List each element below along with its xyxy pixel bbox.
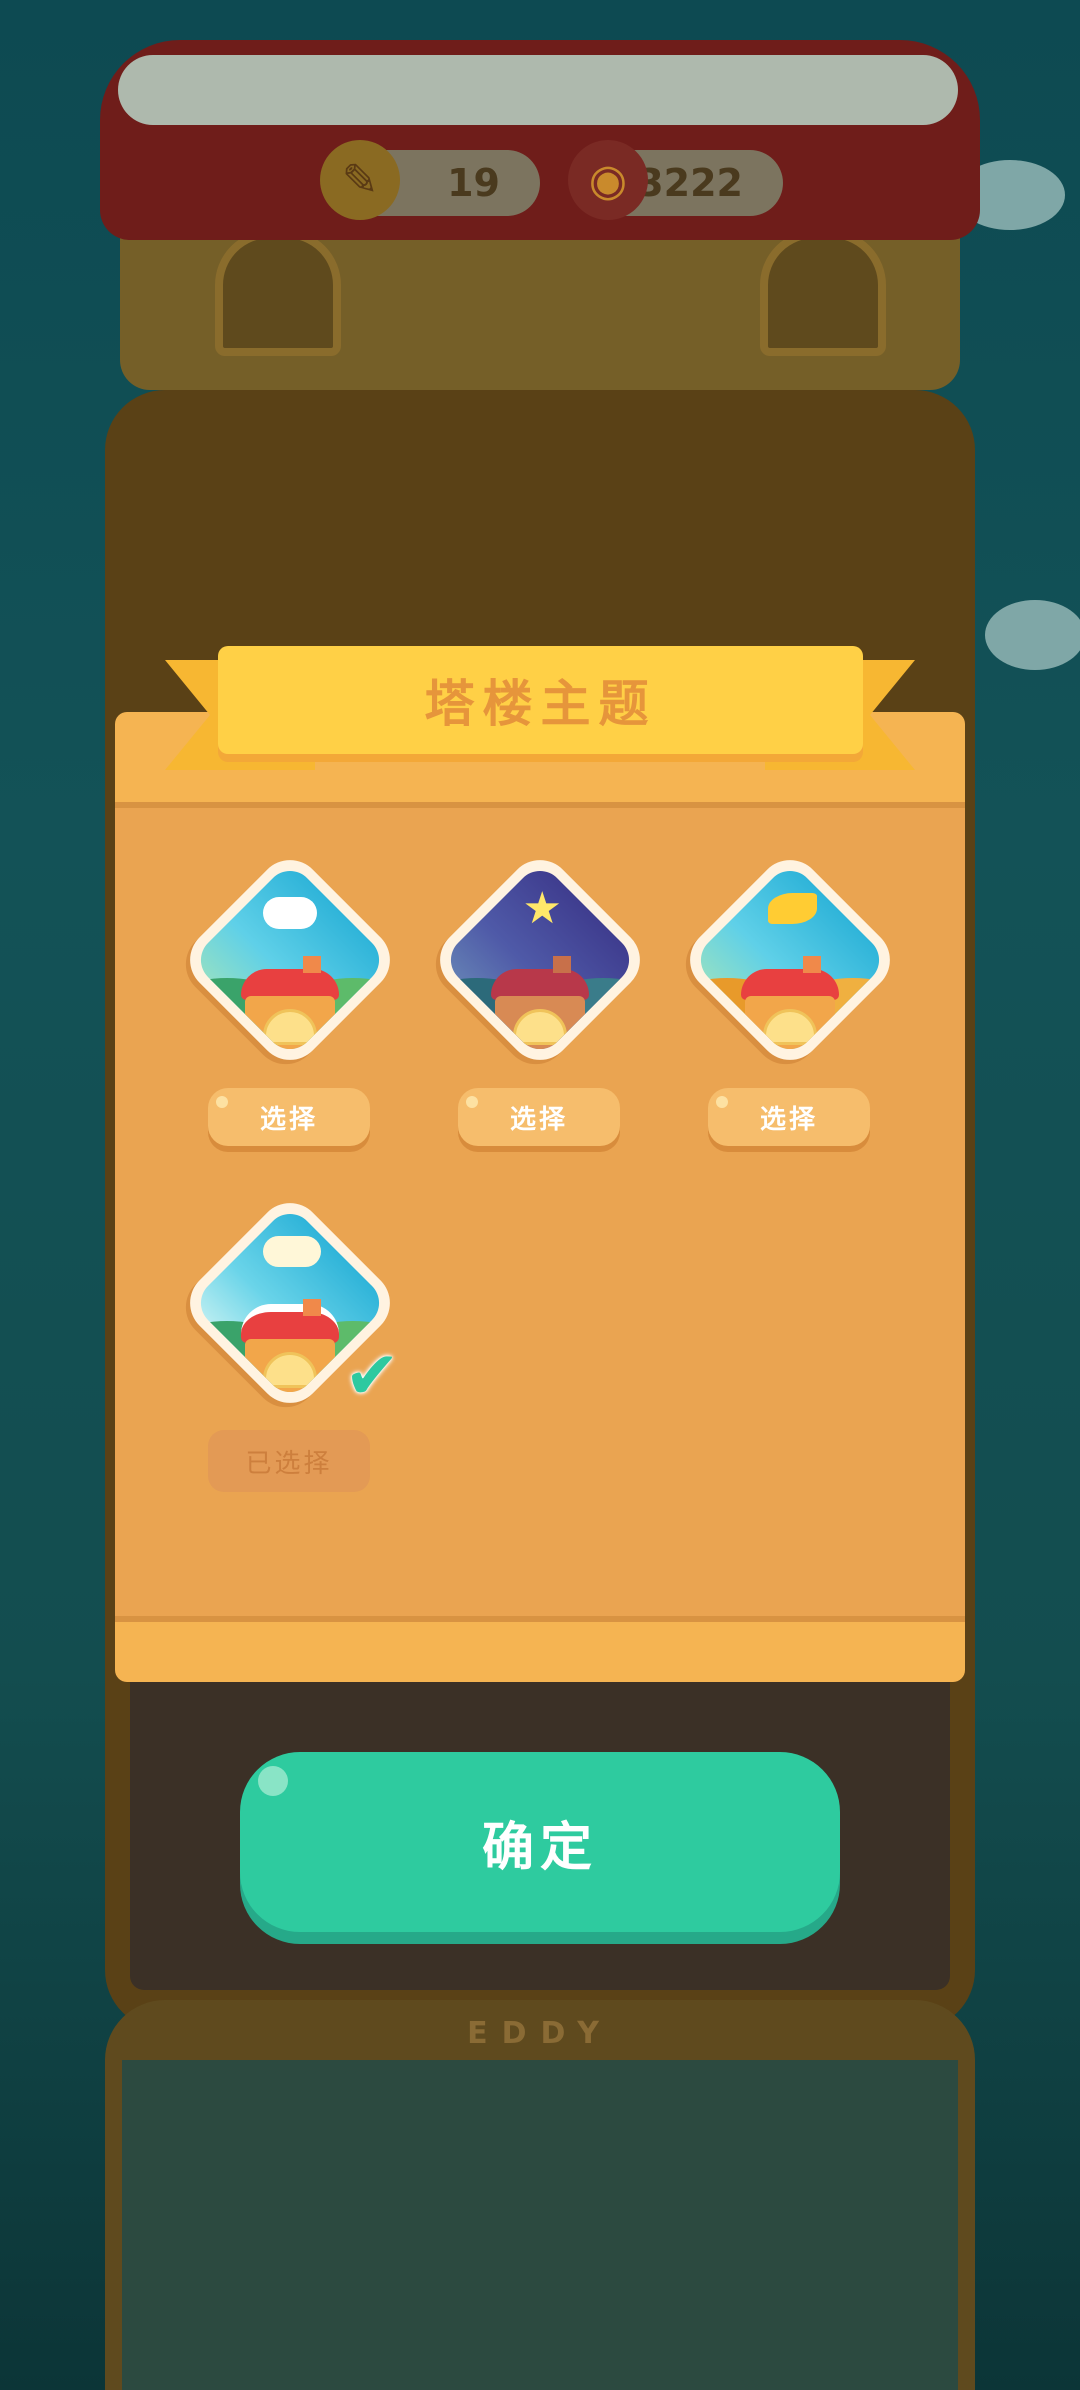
starry-night-theme-icon: ★ xyxy=(522,882,562,934)
select-theme-button[interactable]: 选择 xyxy=(458,1088,620,1146)
house-chimney xyxy=(303,955,322,974)
cat-food-can-icon: ◉ xyxy=(568,140,648,220)
house-chimney xyxy=(553,955,572,974)
can-count: 3222 xyxy=(637,161,743,205)
select-label: 选择 xyxy=(259,1104,318,1135)
tower-room-lower xyxy=(122,2060,958,2390)
button-shine xyxy=(716,1096,728,1108)
selected-theme-button: 已选择 xyxy=(208,1430,370,1492)
select-theme-button[interactable]: 选择 xyxy=(208,1088,370,1146)
attic-window xyxy=(215,230,341,356)
selected-check-icon: ✔ xyxy=(344,1336,400,1414)
select-theme-button[interactable]: 选择 xyxy=(708,1088,870,1146)
pencil-icon: ✎ xyxy=(320,140,400,220)
cloud xyxy=(985,600,1080,670)
pencil-counter[interactable]: ✎ 19 xyxy=(320,140,540,220)
can-counter[interactable]: ◉ 3222 xyxy=(568,140,783,220)
pencil-count: 19 xyxy=(447,161,500,205)
select-label: 选择 xyxy=(509,1104,568,1135)
house-chimney xyxy=(303,1298,322,1317)
autumn-leaf-theme-icon xyxy=(767,892,817,925)
house-roof xyxy=(240,1303,340,1344)
select-label: 选择 xyxy=(759,1104,818,1135)
theme-option-autumn[interactable] xyxy=(675,845,905,1075)
attic-window xyxy=(760,230,886,356)
button-shine xyxy=(466,1096,478,1108)
house-chimney xyxy=(803,955,822,974)
button-shine xyxy=(258,1766,288,1796)
button-shine xyxy=(216,1096,228,1108)
roof-snow xyxy=(118,55,958,125)
theme-option-sunny[interactable] xyxy=(175,845,405,1075)
floor-sign: EDDY xyxy=(467,2016,613,2051)
theme-option-night[interactable]: ★ xyxy=(425,845,655,1075)
selected-label: 已选择 xyxy=(245,1448,333,1479)
snowy-winter-theme-icon xyxy=(263,1235,322,1268)
confirm-label: 确定 xyxy=(481,1817,598,1878)
dialog-title: 塔楼主题 xyxy=(218,646,863,754)
sunny-day-theme-icon xyxy=(263,897,317,929)
confirm-button[interactable]: 确定 xyxy=(240,1752,840,1932)
